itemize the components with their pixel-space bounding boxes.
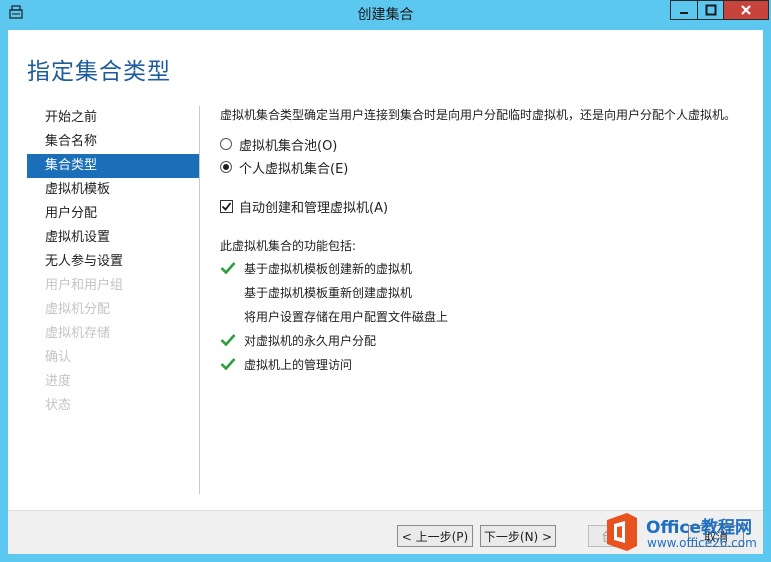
nav-item-collection-type[interactable]: 集合类型 [27, 154, 199, 178]
feature-item: 虚拟机上的管理访问 [220, 354, 352, 374]
radio-personal-indicator[interactable] [220, 161, 232, 173]
office-logo-icon [605, 512, 639, 552]
feature-item: 基于虚拟机模板重新创建虚拟机 [220, 282, 412, 302]
radio-personal-collection[interactable]: 个人虚拟机集合(E) [220, 158, 349, 177]
green-check-icon [220, 330, 244, 350]
radio-pooled-indicator[interactable] [220, 138, 232, 150]
window-title: 创建集合 [357, 7, 414, 23]
feature-label: 对虚拟机的永久用户分配 [244, 333, 377, 348]
feature-label: 基于虚拟机模板重新创建虚拟机 [244, 285, 413, 300]
nav-divider [199, 106, 200, 494]
close-icon [741, 5, 751, 15]
nav-item-users-and-groups: 用户和用户组 [45, 278, 124, 293]
next-button[interactable]: 下一步(N) > [480, 525, 556, 547]
nav-item-vm-storage: 虚拟机存储 [45, 326, 111, 341]
feature-label: 将用户设置存储在用户配置文件磁盘上 [244, 309, 449, 324]
feature-item: 基于虚拟机模板创建新的虚拟机 [220, 258, 412, 278]
auto-create-checkbox-box[interactable] [220, 199, 233, 213]
page-title: 指定集合类型 [27, 59, 171, 85]
minimize-icon [680, 12, 688, 14]
radio-pooled-label: 虚拟机集合池(O) [239, 138, 338, 154]
checkmark-icon [221, 201, 232, 211]
auto-create-label: 自动创建和管理虚拟机(A) [239, 200, 389, 216]
feature-item: 将用户设置存储在用户配置文件磁盘上 [220, 306, 448, 326]
green-check-icon [220, 258, 244, 278]
feature-label: 虚拟机上的管理访问 [244, 357, 353, 372]
nav-item-unattended-settings[interactable]: 无人参与设置 [27, 250, 199, 274]
nav-item-status: 状态 [45, 398, 72, 413]
nav-item-progress: 进度 [45, 374, 72, 389]
content-pane: 虚拟机集合类型确定当用户连接到集合时是向用户分配临时虚拟机，还是向用户分配个人虚… [220, 106, 750, 372]
previous-button[interactable]: < 上一步(P) [397, 525, 473, 547]
nav-item-collection-name[interactable]: 集合名称 [27, 130, 199, 154]
nav-item-user-assignment[interactable]: 用户分配 [27, 202, 199, 226]
feature-label: 基于虚拟机模板创建新的虚拟机 [244, 261, 413, 276]
wizard-client-area: 指定集合类型 开始之前 集合名称 集合类型 虚拟机模板 用户分配 虚拟机设置 无… [8, 30, 763, 554]
nav-item-vm-settings[interactable]: 虚拟机设置 [27, 226, 199, 250]
close-button[interactable] [724, 0, 769, 20]
green-check-icon [220, 354, 244, 374]
features-title: 此虚拟机集合的功能包括: [220, 239, 357, 253]
title-bar[interactable]: 创建集合 [0, 0, 771, 27]
auto-create-checkbox[interactable]: 自动创建和管理虚拟机(A) [220, 197, 389, 216]
radio-pooled-collection[interactable]: 虚拟机集合池(O) [220, 135, 338, 154]
nav-item-before-you-begin[interactable]: 开始之前 [27, 106, 199, 130]
nav-item-confirmation: 确认 [45, 350, 72, 365]
radio-personal-label: 个人虚拟机集合(E) [239, 161, 349, 177]
collection-type-description: 虚拟机集合类型确定当用户连接到集合时是向用户分配临时虚拟机，还是向用户分配个人虚… [220, 108, 737, 122]
maximize-button[interactable] [697, 0, 724, 20]
create-collection-window: 创建集合 指定集合类型 开始之前 集合名称 集合类型 虚拟机模板 用户分配 虚拟… [0, 0, 771, 562]
feature-item: 对虚拟机的永久用户分配 [220, 330, 376, 350]
watermark: Office教程网 www.office26.com [600, 508, 771, 562]
watermark-url: www.office26.com [647, 536, 757, 550]
watermark-brand: Office教程网 [646, 518, 753, 538]
minimize-button[interactable] [670, 0, 697, 20]
nav-item-vm-allocation: 虚拟机分配 [45, 302, 111, 317]
nav-item-vm-template[interactable]: 虚拟机模板 [27, 178, 199, 202]
maximize-icon [705, 4, 716, 16]
wizard-nav: 开始之前 集合名称 集合类型 虚拟机模板 用户分配 虚拟机设置 无人参与设置 用… [27, 106, 199, 418]
